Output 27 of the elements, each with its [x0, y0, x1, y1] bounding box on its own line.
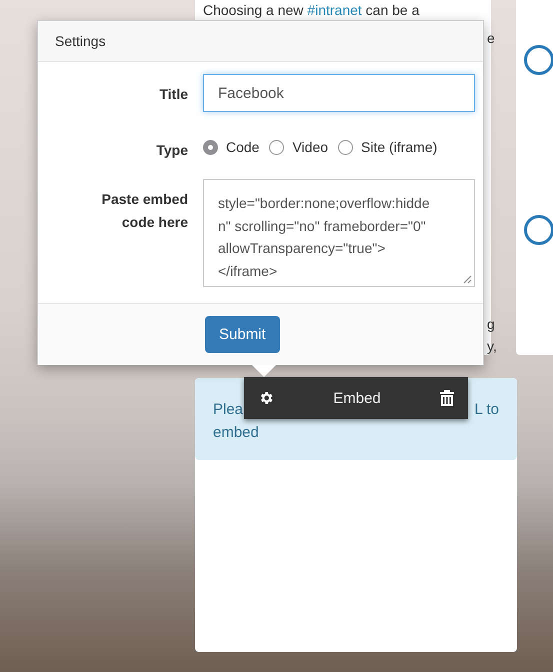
submit-button[interactable]: Submit: [205, 316, 280, 354]
title-input[interactable]: Facebook: [203, 74, 475, 112]
radio-icon[interactable]: [203, 140, 218, 154]
field-label: Paste embed code here: [100, 190, 188, 232]
post-text-fragment: g: [487, 316, 495, 332]
post-text-fragment: e: [487, 30, 495, 46]
avatar-circle: [524, 215, 553, 245]
alert-text: L to: [474, 400, 499, 420]
field-label: Type: [156, 141, 188, 160]
radio-icon[interactable]: [269, 140, 284, 154]
radio-option[interactable]: Site (iframe): [338, 139, 438, 155]
hashtag-link[interactable]: #intranet: [307, 2, 362, 18]
avatar-circle: [524, 45, 553, 75]
settings-icon[interactable]: [258, 390, 274, 406]
radio-option[interactable]: Video: [269, 139, 328, 155]
alert-text: embed: [213, 424, 259, 442]
field-label: Title: [159, 85, 188, 104]
resize-grip-icon[interactable]: [463, 275, 472, 284]
code-textarea[interactable]: style="border:none;overflow:hidde n" scrolling="no" frameborder="0" allowTransparency="true"> </iframe>: [203, 179, 475, 288]
radio-icon[interactable]: [338, 140, 354, 154]
popup-title: Settings: [38, 21, 483, 62]
post-text-fragment: y,: [487, 338, 497, 354]
trash-icon[interactable]: [440, 390, 454, 406]
post-text: Choosing a new #intranet can be a: [203, 2, 420, 18]
radio-option[interactable]: Code: [203, 139, 260, 155]
toolbar-title: Embed: [333, 390, 381, 406]
alert-text: Plea: [213, 400, 244, 420]
